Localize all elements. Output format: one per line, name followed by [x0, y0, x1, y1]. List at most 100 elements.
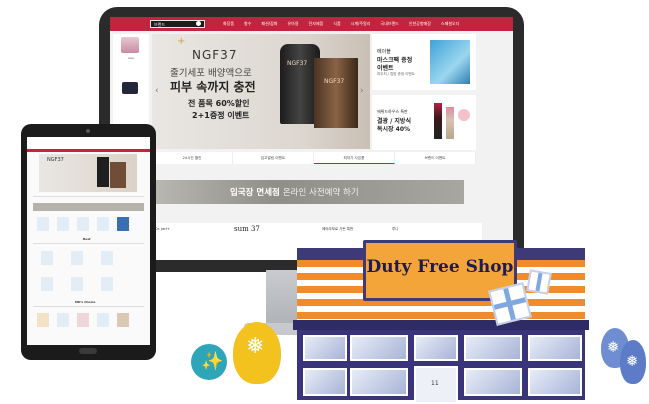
product-tube	[97, 157, 109, 187]
shop-window	[464, 335, 522, 361]
shop-door: 11	[414, 366, 458, 404]
product-thumb[interactable]	[101, 251, 113, 265]
menu-item[interactable]: 향수	[239, 17, 256, 31]
banner-text-bold: 입국장 면세점	[230, 188, 280, 198]
home-button[interactable]	[79, 348, 97, 354]
right-banner-mask[interactable]: 에이블 마스크팩 증정 이벤트 파우치 / 립밤 증정 이벤트	[372, 34, 476, 90]
menu-item[interactable]: 국내브랜드	[375, 17, 403, 31]
menu-item[interactable]: 스페셜오더	[436, 17, 464, 31]
hero-line-2: 피부 속까지 충전	[170, 80, 256, 94]
menu-item[interactable]: 식품	[328, 17, 345, 31]
leaf-icon: ❅	[626, 352, 639, 370]
section-title: Best	[83, 237, 91, 241]
shop-ledge	[293, 320, 589, 330]
leaf-icon: ❅	[607, 338, 620, 356]
sign-text: Duty Free Shop	[366, 257, 514, 277]
divider	[33, 243, 144, 244]
product-thumb[interactable]	[41, 251, 53, 265]
sparkle-icon: +	[177, 36, 186, 47]
banner-text: 이벤트	[377, 65, 394, 72]
duty-free-preorder-banner[interactable]: 입국장 면세점 온라인 사전예약 하기	[152, 180, 464, 204]
menu-item[interactable]: 화장품	[218, 17, 239, 31]
product-thumb[interactable]	[97, 313, 109, 327]
product-label[interactable]: sum 37	[234, 225, 260, 233]
product-thumb[interactable]	[117, 217, 129, 231]
product-thumb[interactable]	[57, 313, 69, 327]
product-thumb[interactable]	[77, 217, 89, 231]
banner-subtext: 파우치 / 립밤 증정 이벤트	[377, 72, 415, 76]
menu-item[interactable]: 전자제품	[304, 17, 329, 31]
product-thumb[interactable]	[37, 217, 49, 231]
leaf-icon: ❅	[246, 334, 265, 359]
shop-window	[528, 368, 582, 396]
product-thumb[interactable]	[37, 313, 49, 327]
shop-window	[350, 335, 408, 361]
divider	[33, 306, 144, 307]
product-thumb[interactable]	[71, 251, 83, 265]
hero-line-4: 2+1증정 이벤트	[192, 111, 250, 120]
menu-item[interactable]: 패션/잡화	[256, 17, 282, 31]
decor-image	[458, 109, 470, 121]
product-thumb[interactable]	[77, 313, 89, 327]
tube-label: NGF37	[287, 60, 308, 67]
shop-window	[528, 335, 582, 361]
product-thumb[interactable]	[117, 313, 129, 327]
tablet-screen: NGF37 Best MD's Choice	[27, 137, 150, 345]
product-thumb[interactable]	[57, 217, 69, 231]
product-image	[121, 37, 139, 53]
product-image	[122, 82, 138, 94]
camera-icon	[86, 129, 90, 133]
banner-text-light: 온라인 사전예약 하기	[282, 188, 359, 198]
gift-ribbon	[535, 272, 543, 292]
banner-text: 입국장 면세점 온라인 사전예약 하기	[230, 186, 359, 198]
menu-item[interactable]: 인천공항매장	[404, 17, 436, 31]
hero-banner[interactable]: + NGF37 줄기세포 배양액으로 피부 속까지 충전 전 품목 60%할인 …	[152, 34, 370, 149]
top-nav: 브랜드 화장품 향수 패션/잡화 유아용 전자제품 식품 시계/주얼리 국내브랜…	[110, 17, 513, 31]
hero-line-3: 전 품목 60%할인	[188, 99, 250, 108]
product-box	[110, 162, 126, 188]
product-image	[446, 107, 454, 139]
tab-item[interactable]: 24시간 할인	[152, 152, 233, 164]
hero-brand: NGF37	[192, 48, 238, 62]
tablet-banner[interactable]	[33, 203, 144, 211]
hero-line-1: 줄기세포 배양액으로	[170, 68, 252, 79]
banner-text: 에뛰드하우스 특판	[377, 109, 408, 114]
product-box: NGF37	[314, 58, 358, 128]
banner-text: 에이블	[377, 49, 391, 55]
main-menu: 화장품 향수 패션/잡화 유아용 전자제품 식품 시계/주얼리 국내브랜드 인천…	[218, 17, 464, 31]
gift-box-icon	[526, 269, 552, 295]
tab-item[interactable]: 입고알림 이벤트	[233, 152, 314, 164]
product-image	[434, 103, 442, 139]
event-tabs: 24시간 할인 입고알림 이벤트 최저가 사은품 브랜드 이벤트	[152, 152, 476, 164]
chevron-right-icon[interactable]: ›	[360, 86, 364, 96]
banner-text: 독시장 40%	[377, 126, 411, 133]
shop-window	[350, 368, 408, 396]
box-label: NGF37	[324, 78, 345, 85]
tablet-header	[27, 137, 150, 149]
door-number: 11	[431, 380, 439, 387]
product-thumb[interactable]	[71, 277, 83, 291]
product-label[interactable]: Dr. Jart+	[155, 227, 170, 231]
product-thumb[interactable]	[41, 277, 53, 291]
shop-window	[303, 368, 347, 396]
section-title: MD's Choice	[75, 300, 96, 304]
menu-item[interactable]: 시계/주얼리	[346, 17, 376, 31]
leaf-icon: ✨	[201, 351, 224, 372]
side-text: ▫▫▫	[127, 56, 135, 60]
menu-item[interactable]: 유아용	[283, 17, 304, 31]
shop-window	[303, 335, 347, 361]
product-label[interactable]: 에어라모로 가든 특판	[322, 227, 353, 232]
tab-item[interactable]: 최저가 사은품	[314, 152, 395, 164]
product-label[interactable]: 루나	[392, 227, 398, 232]
product-thumb[interactable]	[101, 277, 113, 291]
tablet-hero-brand: NGF37	[47, 157, 64, 163]
right-banner-lipstick[interactable]: 에뛰드하우스 특판 결광 / 지방식 독시장 40%	[372, 95, 476, 150]
shop-window	[464, 368, 522, 396]
tablet-hero[interactable]: NGF37	[39, 154, 137, 192]
product-thumb[interactable]	[97, 217, 109, 231]
product-image	[430, 40, 470, 84]
search-icon[interactable]	[196, 21, 201, 26]
tab-item[interactable]: 브랜드 이벤트	[395, 152, 476, 164]
chevron-left-icon[interactable]: ‹	[155, 86, 159, 96]
tablet-nav-bar	[27, 149, 150, 152]
